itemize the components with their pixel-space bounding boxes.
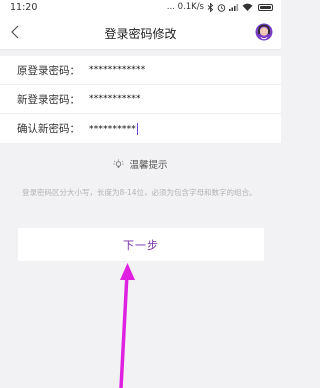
tips-header: 温馨提示 <box>0 157 281 171</box>
bluetooth-icon <box>207 2 214 12</box>
status-indicators: ... 0.1K/s <box>167 2 273 12</box>
confirm-password-label: 确认新密码： <box>17 123 80 135</box>
new-password-row[interactable]: 新登录密码： *********** <box>0 85 281 114</box>
old-password-row[interactable]: 原登录密码： ************ <box>0 56 281 85</box>
customer-service-icon[interactable] <box>255 23 273 41</box>
old-password-label: 原登录密码： <box>17 64 80 77</box>
password-form: 原登录密码： ************ 新登录密码： *********** 确… <box>0 56 281 143</box>
next-step-button[interactable]: 下一步 <box>18 228 264 261</box>
battery-icon <box>258 3 273 11</box>
lightbulb-icon <box>113 159 124 168</box>
confirm-password-row[interactable]: 确认新密码： ********** <box>0 114 281 143</box>
network-speed: ... 0.1K/s <box>166 2 204 12</box>
status-bar: 11:20 ... 0.1K/s <box>0 0 281 16</box>
wifi-icon <box>242 3 253 11</box>
page-title: 登录密码修改 <box>104 27 177 41</box>
confirm-password-value: ********** <box>89 124 136 134</box>
nav-bar: 登录密码修改 <box>0 16 281 50</box>
alarm-icon <box>217 3 226 12</box>
text-caret <box>137 122 138 135</box>
password-change-screen: 11:20 ... 0.1K/s 登录密码修改 原登录密码： *********… <box>0 0 281 388</box>
tips-text: 登录密码区分大小写，长度为8-14位，必须为包含字母和数字的组合。 <box>22 188 257 197</box>
tips-title: 温馨提示 <box>129 160 168 171</box>
signal-icon <box>229 4 238 11</box>
status-time: 11:20 <box>10 2 38 13</box>
new-password-field[interactable]: *********** <box>89 94 141 104</box>
confirm-password-field[interactable]: ********** <box>89 122 138 135</box>
new-password-label: 新登录密码： <box>17 93 80 106</box>
old-password-field[interactable]: ************ <box>89 65 145 75</box>
